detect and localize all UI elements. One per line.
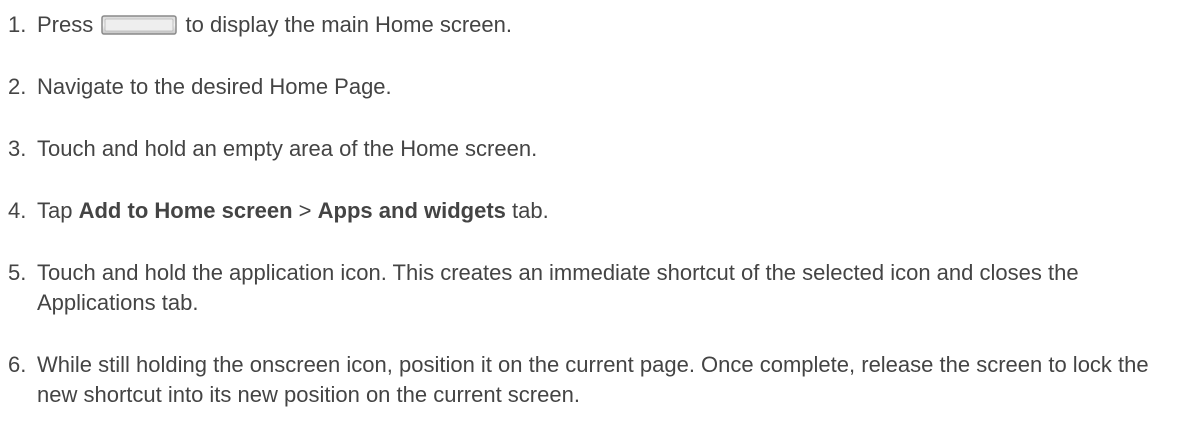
step-4: 4. Tap Add to Home screen > Apps and wid…: [8, 196, 1193, 226]
home-key-icon: [101, 13, 178, 35]
step-number: 5.: [8, 260, 27, 285]
step-text: While still holding the onscreen icon, p…: [37, 352, 1149, 407]
step-2: 2. Navigate to the desired Home Page.: [8, 72, 1193, 102]
step-number: 3.: [8, 136, 27, 161]
step-5: 5. Touch and hold the application icon. …: [8, 258, 1193, 318]
menu-path-add-to-home-screen: Add to Home screen: [78, 198, 293, 223]
step-text: Tap Add to Home screen > Apps and widget…: [37, 196, 1193, 226]
menu-path-separator: >: [298, 198, 312, 223]
step-6: 6. While still holding the onscreen icon…: [8, 350, 1193, 410]
step-number: 2.: [8, 74, 27, 99]
menu-path-apps-and-widgets: Apps and widgets: [317, 198, 506, 223]
step-1: 1. Press to display the main Home screen…: [8, 10, 1193, 40]
step-text: Navigate to the desired Home Page.: [37, 74, 392, 99]
step-text: Touch and hold an empty area of the Home…: [37, 136, 538, 161]
step-number: 1.: [8, 12, 27, 37]
step-text-part: tab.: [512, 198, 549, 223]
step-number: 6.: [8, 352, 27, 377]
step-text: Press to display the main Home screen.: [37, 10, 1193, 40]
step-number: 4.: [8, 198, 27, 223]
step-text-part: to display the main Home screen.: [185, 12, 513, 37]
step-text-part: Tap: [37, 198, 73, 223]
step-text-part: Press: [37, 12, 94, 37]
instruction-steps: 1. Press to display the main Home screen…: [8, 4, 1193, 410]
step-3: 3. Touch and hold an empty area of the H…: [8, 134, 1193, 164]
step-text: Touch and hold the application icon. Thi…: [37, 260, 1079, 315]
